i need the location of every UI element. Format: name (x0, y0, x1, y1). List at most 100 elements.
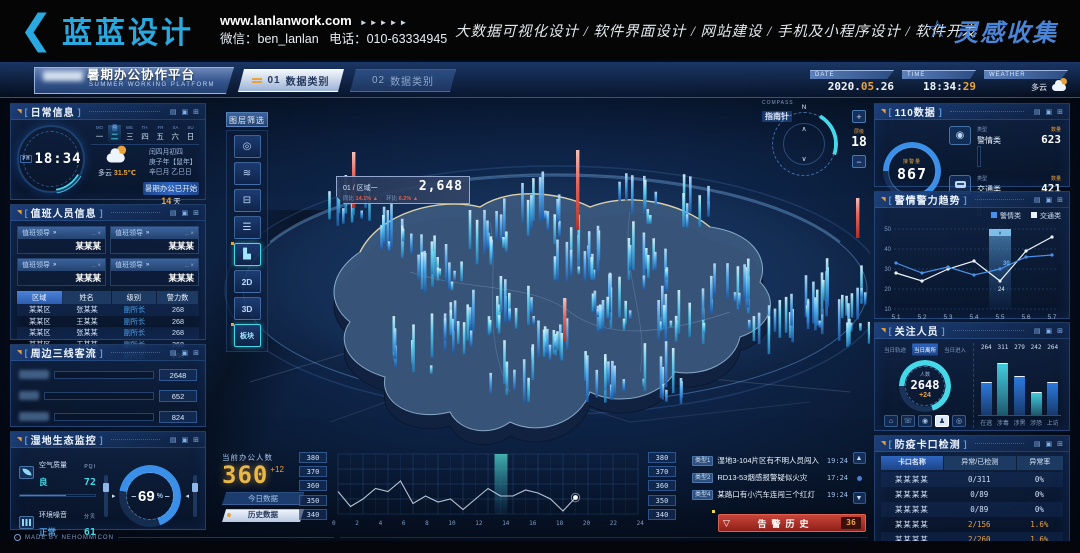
date-day: .26 (874, 80, 894, 93)
minimize-icon[interactable]: ▤ (170, 209, 177, 217)
minimize-icon[interactable]: ▤ (170, 349, 177, 357)
history-data-button[interactable]: 历史数据 (222, 509, 304, 522)
window-icon[interactable]: ▣ (1046, 327, 1053, 335)
scroll-up-button[interactable]: ▲ (853, 452, 866, 464)
x-tick: 16 (529, 520, 536, 527)
arrow-right-icon[interactable]: ◂ (185, 492, 189, 500)
expand-icon[interactable]: ⊞ (1057, 108, 1063, 116)
person-icon[interactable]: ♟ (935, 415, 949, 427)
alert-item[interactable]: 类型1湿地3-104片区有不明人员闯入19:24 (692, 452, 848, 469)
vehicle-icon[interactable]: ◎ (952, 415, 966, 427)
tab2-label: 数据类别 (390, 73, 434, 88)
focus-title: 关注人员 (895, 323, 939, 338)
barchart-layer-button[interactable]: ▙ (234, 243, 261, 266)
bar[interactable] (1014, 376, 1025, 415)
radar-icon: ≋ (243, 168, 251, 179)
bar[interactable] (981, 382, 992, 415)
arrows-decor: ►►►►► (360, 18, 410, 27)
expand-icon[interactable]: ⊞ (1057, 196, 1063, 204)
minimize-icon[interactable]: ▤ (1034, 196, 1041, 204)
expand-icon[interactable]: ⊞ (193, 349, 199, 357)
y-axis-labels-left: 380370360350340 (299, 452, 327, 520)
window-icon[interactable]: ▣ (1046, 440, 1053, 448)
tab-data-category-01[interactable]: 01 数据类别 (238, 69, 344, 92)
svg-text:5.7: 5.7 (1047, 314, 1056, 321)
chevron-down-icon: ∨ (801, 155, 806, 163)
arrow-left-icon[interactable]: ▸ (112, 492, 116, 500)
minimize-icon[interactable]: ▤ (1034, 327, 1041, 335)
window-icon[interactable]: ▣ (182, 209, 189, 217)
slider-left[interactable] (104, 475, 108, 517)
expand-icon[interactable]: ⊞ (193, 436, 199, 444)
camera-layer-button[interactable]: ◎ (234, 135, 261, 158)
minimize-icon[interactable]: ▤ (1034, 440, 1041, 448)
svg-text:∨: ∨ (998, 231, 1002, 237)
duty-table-header: 区域姓名级别警力数 (17, 291, 199, 304)
window-icon[interactable]: ▣ (1046, 196, 1053, 204)
phone-icon[interactable]: ☏ (901, 415, 915, 427)
gauge-label: 接警量 (903, 158, 921, 165)
trend-line-chart[interactable]: 5040302010∨30245.15.25.35.45.55.65.7 (880, 221, 1064, 321)
week-row: MO一 ⌂TU二 WE三 TH四 FR五 SA六 SU日 (91, 125, 199, 145)
bar[interactable] (1047, 382, 1058, 415)
flow-value: 2648 (159, 369, 197, 381)
window-icon[interactable]: ▣ (182, 349, 189, 357)
time-hm: 18:34: (923, 80, 963, 93)
zoom-out-button[interactable]: − (852, 155, 866, 168)
minimize-icon[interactable]: ▤ (1034, 108, 1041, 116)
panel-passenger-flow: ◥[周边三线客流]▤▣⊞ 2648 652 824 (10, 344, 206, 427)
tab-daily-leave[interactable]: 当日离所 (912, 344, 938, 356)
duty-leader-card[interactable]: 值班领导»‥ ×某某某 (110, 226, 199, 254)
y-axis-labels-right: 380370360350340 (648, 452, 676, 520)
bar[interactable] (997, 363, 1008, 415)
expand-icon[interactable]: ⊞ (1057, 440, 1063, 448)
bar-value: 311 (995, 344, 1012, 354)
compass-north: N (802, 105, 806, 111)
bar-value: 264 (1044, 344, 1061, 354)
website-link[interactable]: www.lanlanwork.com (220, 13, 352, 28)
110-title: 110数据 (895, 104, 936, 119)
window-icon[interactable]: ▣ (182, 436, 189, 444)
compass-dial[interactable]: N ∧ ∨ (772, 112, 836, 176)
window-icon[interactable]: ▣ (1046, 108, 1053, 116)
tab-daily-enter[interactable]: 当日进入 (942, 344, 968, 356)
alert-item[interactable]: 类型2RD13-53烟感报警疑似火灾17:24 (692, 469, 848, 486)
bar[interactable] (1031, 392, 1042, 415)
duty-leader-card[interactable]: 值班领导»‥ ×某某某 (17, 258, 106, 286)
alert-history-button[interactable]: ▽ 告警历史 36 (718, 514, 866, 532)
duty-leader-card[interactable]: 值班领导»‥ ×某某某 (17, 226, 106, 254)
inspiration-collect[interactable]: ☆ 灵感收集 (926, 0, 1058, 60)
block-view-button[interactable]: 板块 (234, 324, 261, 347)
house-icon[interactable]: ⌂ (884, 415, 898, 427)
expand-icon[interactable]: ⊞ (1057, 327, 1063, 335)
office-line-chart[interactable] (332, 452, 644, 530)
lanlan-logo-text: 蓝蓝设计 (62, 8, 194, 52)
view-3d-button[interactable]: 3D (234, 297, 261, 320)
svg-text:50: 50 (884, 227, 891, 233)
zoom-in-button[interactable]: + (852, 110, 866, 123)
alert-item[interactable]: 类型4某路口有小汽车连闯三个红灯19:24 (692, 486, 848, 503)
tab-data-category-02[interactable]: 02 数据类别 (350, 69, 456, 92)
x-tick: 12 (475, 520, 482, 527)
grid-layer-button[interactable]: ⊟ (234, 189, 261, 212)
bar-label: 在逃 (978, 418, 995, 427)
radar-layer-button[interactable]: ≋ (234, 162, 261, 185)
minimize-icon[interactable]: ▤ (170, 436, 177, 444)
expand-icon[interactable]: ⊞ (193, 209, 199, 217)
scroll-down-button[interactable]: ▼ (853, 492, 866, 504)
partly-cloudy-icon (107, 149, 128, 162)
panel-110-data: ◥[110数据]▤▣⊞ 接警量 867 ◉ 类型数量 警情类623 (874, 103, 1070, 187)
minimize-icon[interactable]: ▤ (170, 108, 177, 116)
expand-icon[interactable]: ⊞ (193, 108, 199, 116)
today-data-button[interactable]: 今日数据 (222, 492, 304, 505)
slider-right[interactable] (193, 475, 197, 517)
bar-value: 242 (1028, 344, 1045, 354)
list-layer-button[interactable]: ☰ (234, 216, 261, 239)
active-weekday: ⌂TU二 (108, 125, 121, 144)
view-2d-button[interactable]: 2D (234, 270, 261, 293)
duty-leader-card[interactable]: 值班领导»‥ ×某某某 (110, 258, 199, 286)
track-icon[interactable]: ◉ (918, 415, 932, 427)
window-icon[interactable]: ▣ (182, 108, 189, 116)
legend-swatch-police (991, 212, 997, 218)
tab-daily-track[interactable]: 当日轨迹 (882, 344, 908, 356)
